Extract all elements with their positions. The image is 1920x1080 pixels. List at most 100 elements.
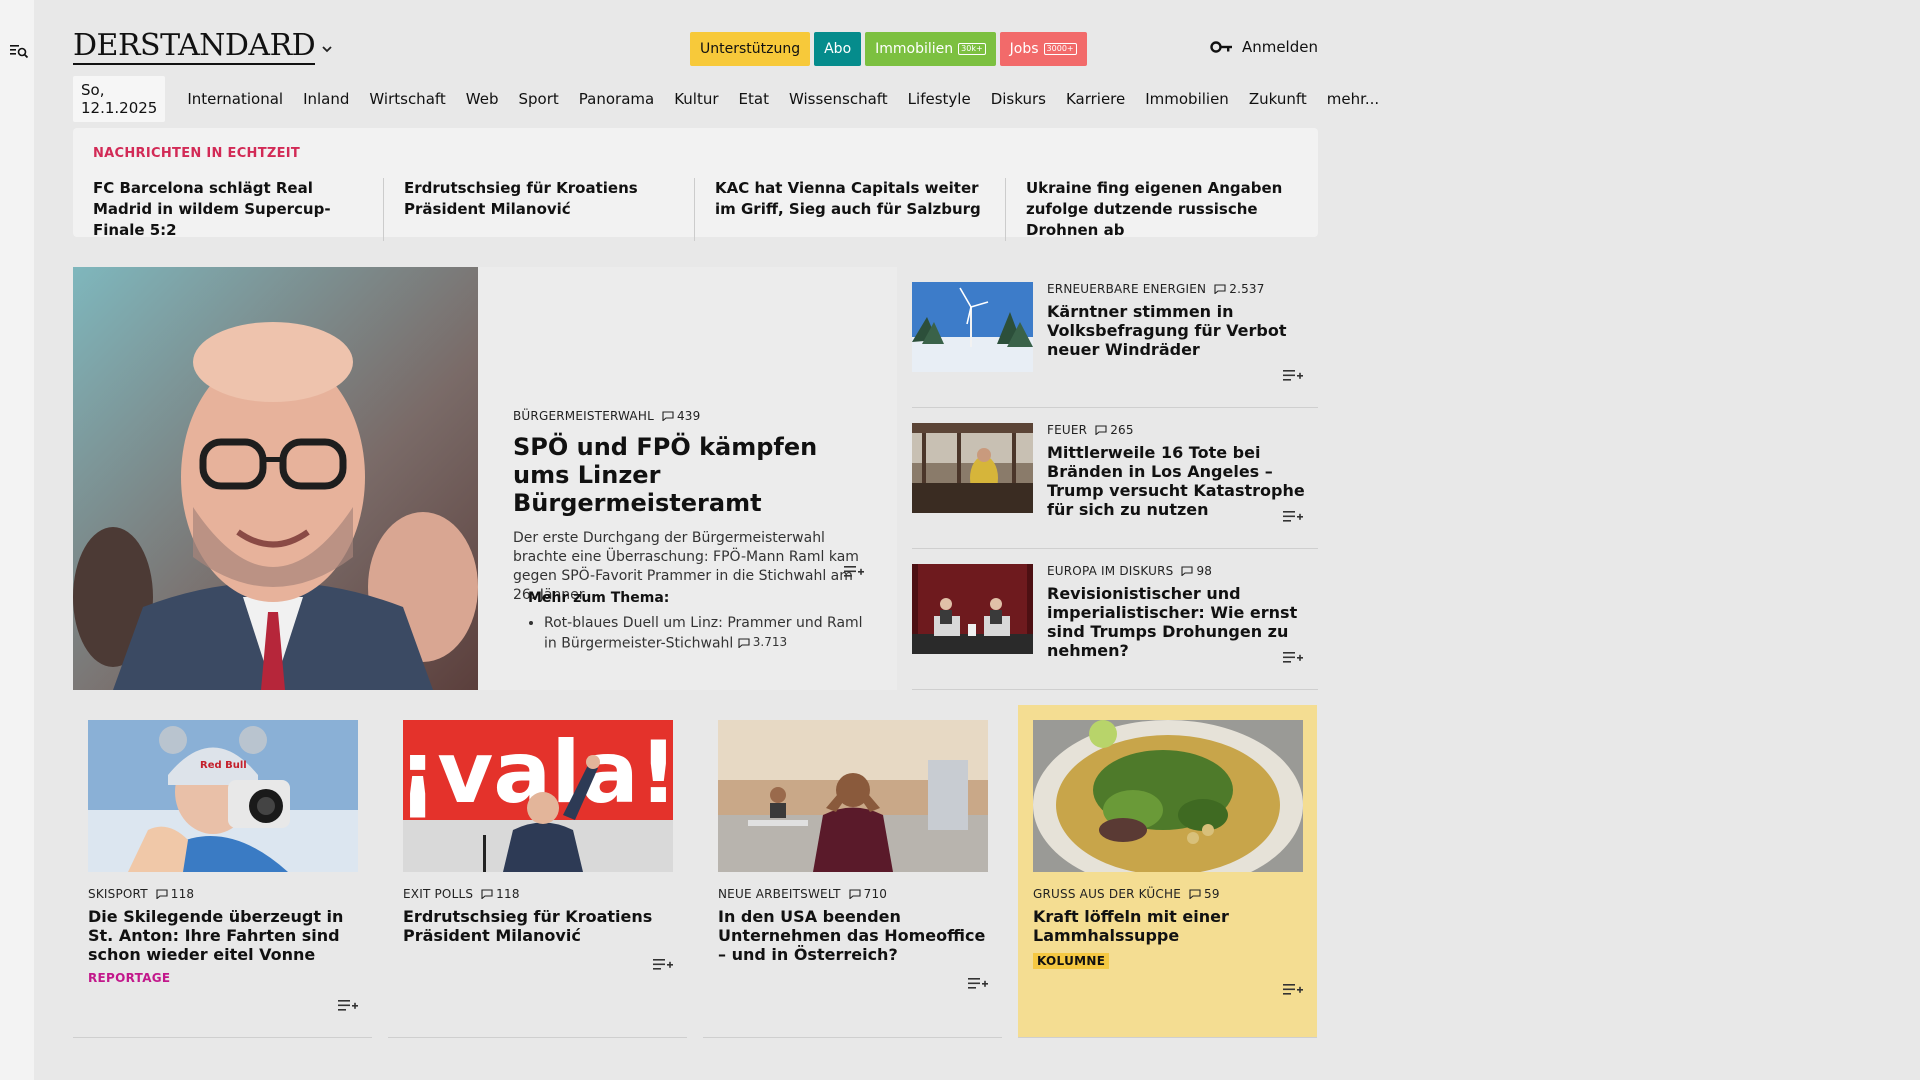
lead-story-text: Bürgermeisterwahl 439 SPÖ und FPÖ kämpfe… xyxy=(513,409,873,605)
related-item[interactable]: Rot-blaues Duell um Linz: Prammer und Ra… xyxy=(544,614,868,654)
support-button[interactable]: Unterstützung xyxy=(690,32,811,66)
abo-button-label: Abo xyxy=(824,41,852,57)
lead-story-image[interactable] xyxy=(73,267,478,690)
lead-title[interactable]: SPÖ und FPÖ kämpfen ums Linzer Bürgermei… xyxy=(513,433,873,517)
story-card-text: Gruss aus der Küche 59 Kraft löffeln mit… xyxy=(1033,887,1305,969)
card-title[interactable]: In den USA beenden Unternehmen das Homeo… xyxy=(718,907,990,964)
office-worker-photo xyxy=(718,720,988,872)
comment-icon xyxy=(738,637,750,648)
search-menu-icon[interactable] xyxy=(9,42,29,60)
story-card-text: Neue Arbeitswelt 710 In den USA beenden … xyxy=(718,887,990,964)
story-card-image[interactable] xyxy=(1033,720,1303,872)
side-kicker-label: Erneuerbare Energien xyxy=(1047,282,1207,296)
nav-item-lifestyle[interactable]: Lifestyle xyxy=(898,90,981,108)
side-comments[interactable]: 98 xyxy=(1181,564,1212,578)
story-card[interactable]: Red Bull Skisport 118 Die Skilegende übe… xyxy=(73,705,372,1038)
left-sidebar xyxy=(0,0,34,1080)
login-button[interactable]: Anmelden xyxy=(1210,38,1318,56)
card-comments[interactable]: 59 xyxy=(1189,887,1220,901)
story-card[interactable]: ¡vala! Exit Polls 118 Erdrut xyxy=(388,705,687,1038)
side-comments-count: 98 xyxy=(1196,564,1213,578)
side-title[interactable]: Mittlerweile 16 Tote bei Bränden in Los … xyxy=(1047,443,1312,519)
add-to-playlist-icon[interactable] xyxy=(1282,650,1304,666)
related-list: Rot-blaues Duell um Linz: Prammer und Ra… xyxy=(528,614,868,654)
story-card-column[interactable]: Gruss aus der Küche 59 Kraft löffeln mit… xyxy=(1018,705,1317,1038)
story-card[interactable]: Neue Arbeitswelt 710 In den USA beenden … xyxy=(703,705,1002,1038)
story-card-image[interactable] xyxy=(718,720,988,872)
side-story[interactable]: Erneuerbare Energien 2.537 Kärntner stim… xyxy=(912,267,1318,408)
nav-item-more[interactable]: mehr... xyxy=(1317,90,1389,108)
comment-icon xyxy=(849,889,861,899)
support-button-label: Unterstützung xyxy=(700,41,801,57)
nav-item-etat[interactable]: Etat xyxy=(729,90,779,108)
card-kicker-label: Skisport xyxy=(88,887,148,901)
site-logo[interactable]: DERSTANDARD xyxy=(73,30,316,65)
nav-item-inland[interactable]: Inland xyxy=(293,90,359,108)
card-comments[interactable]: 710 xyxy=(849,887,888,901)
nav-item-wirtschaft[interactable]: Wirtschaft xyxy=(359,90,455,108)
side-title[interactable]: Revisionistischer und imperialis­tischer… xyxy=(1047,584,1312,660)
card-title[interactable]: Die Skilegende überzeugt in St. Anton: I… xyxy=(88,907,360,964)
side-story[interactable]: Europa im Diskurs 98 Revisionistischer u… xyxy=(912,549,1318,690)
nav-item-international[interactable]: International xyxy=(177,90,293,108)
add-to-playlist-icon[interactable] xyxy=(337,998,359,1014)
card-title[interactable]: Erdrutschsieg für Kroatiens Präsident Mi… xyxy=(403,907,675,945)
nav-item-immobilien[interactable]: Immobilien xyxy=(1135,90,1239,108)
ticker-item[interactable]: KAC hat Vienna Capitals weiter im Griff,… xyxy=(715,178,1006,241)
svg-text:Red Bull: Red Bull xyxy=(200,760,247,771)
side-comments-count: 265 xyxy=(1110,423,1134,437)
related-comments-count: 3.713 xyxy=(752,635,788,649)
nav-item-diskurs[interactable]: Diskurs xyxy=(981,90,1056,108)
add-to-playlist-icon[interactable] xyxy=(1282,509,1304,525)
nav-item-panorama[interactable]: Panorama xyxy=(569,90,664,108)
jobs-button[interactable]: Jobs 3000+ xyxy=(999,32,1087,66)
reportage-tag: REPORTAGE xyxy=(88,971,171,985)
ticker-item[interactable]: Ukraine fing eigenen Angaben zufolge dut… xyxy=(1026,178,1298,241)
add-to-playlist-icon[interactable] xyxy=(652,957,674,973)
nav-item-zukunft[interactable]: Zukunft xyxy=(1239,90,1317,108)
lead-story[interactable]: Bürgermeisterwahl 439 SPÖ und FPÖ kämpfe… xyxy=(73,267,897,690)
add-to-playlist-icon[interactable] xyxy=(967,976,989,992)
side-story-text: Europa im Diskurs 98 Revisionistischer u… xyxy=(1047,564,1312,660)
comment-icon xyxy=(1095,425,1107,435)
card-comments[interactable]: 118 xyxy=(156,887,195,901)
wind-turbine-photo xyxy=(912,282,1033,372)
ticker-item[interactable]: Erdrutschsieg für Kroatiens Präsident Mi… xyxy=(404,178,695,241)
side-comments[interactable]: 265 xyxy=(1095,423,1134,437)
key-icon xyxy=(1210,41,1232,53)
nav-item-sport[interactable]: Sport xyxy=(509,90,569,108)
nav-item-kultur[interactable]: Kultur xyxy=(664,90,728,108)
fire-scene-photo xyxy=(912,423,1033,513)
add-to-playlist-icon[interactable] xyxy=(843,564,865,580)
nav-item-web[interactable]: Web xyxy=(456,90,509,108)
story-card-text: Exit Polls 118 Erdrutschsieg für Kroatie… xyxy=(403,887,675,945)
ticker-item[interactable]: FC Barcelona schlägt Real Madrid in wild… xyxy=(93,178,384,241)
nav-item-karriere[interactable]: Karriere xyxy=(1056,90,1135,108)
card-title[interactable]: Kraft löffeln mit einer Lammhalssuppe xyxy=(1033,907,1305,945)
lead-comments-count: 439 xyxy=(676,409,701,423)
side-story-image[interactable] xyxy=(912,282,1033,372)
card-comments-count: 118 xyxy=(496,887,520,901)
side-story[interactable]: Feuer 265 Mittlerweile 16 Tote bei Bränd… xyxy=(912,408,1318,549)
story-card-image[interactable]: ¡vala! xyxy=(403,720,673,872)
add-to-playlist-icon[interactable] xyxy=(1282,982,1304,998)
story-card-image[interactable]: Red Bull xyxy=(88,720,358,872)
nav-item-wissenschaft[interactable]: Wissenschaft xyxy=(779,90,898,108)
comment-icon xyxy=(481,889,493,899)
immobilien-button[interactable]: Immobilien 30k+ xyxy=(865,32,996,66)
ticker-list: FC Barcelona schlägt Real Madrid in wild… xyxy=(93,178,1298,241)
related-comments[interactable]: 3.713 xyxy=(738,633,787,652)
side-comments[interactable]: 2.537 xyxy=(1214,282,1264,296)
lead-comments[interactable]: 439 xyxy=(662,409,701,423)
jobs-count-badge: 3000+ xyxy=(1043,43,1077,55)
chevron-down-icon[interactable] xyxy=(320,42,334,56)
side-story-image[interactable] xyxy=(912,564,1033,654)
card-comments[interactable]: 118 xyxy=(481,887,520,901)
side-title[interactable]: Kärntner stimmen in Volksbefragung für V… xyxy=(1047,302,1312,359)
comment-icon xyxy=(1181,566,1193,576)
abo-button[interactable]: Abo xyxy=(814,32,862,66)
side-story-image[interactable] xyxy=(912,423,1033,513)
kolumne-tag: KOLUMNE xyxy=(1033,953,1110,969)
add-to-playlist-icon[interactable] xyxy=(1282,368,1304,384)
comment-icon xyxy=(1214,284,1226,294)
